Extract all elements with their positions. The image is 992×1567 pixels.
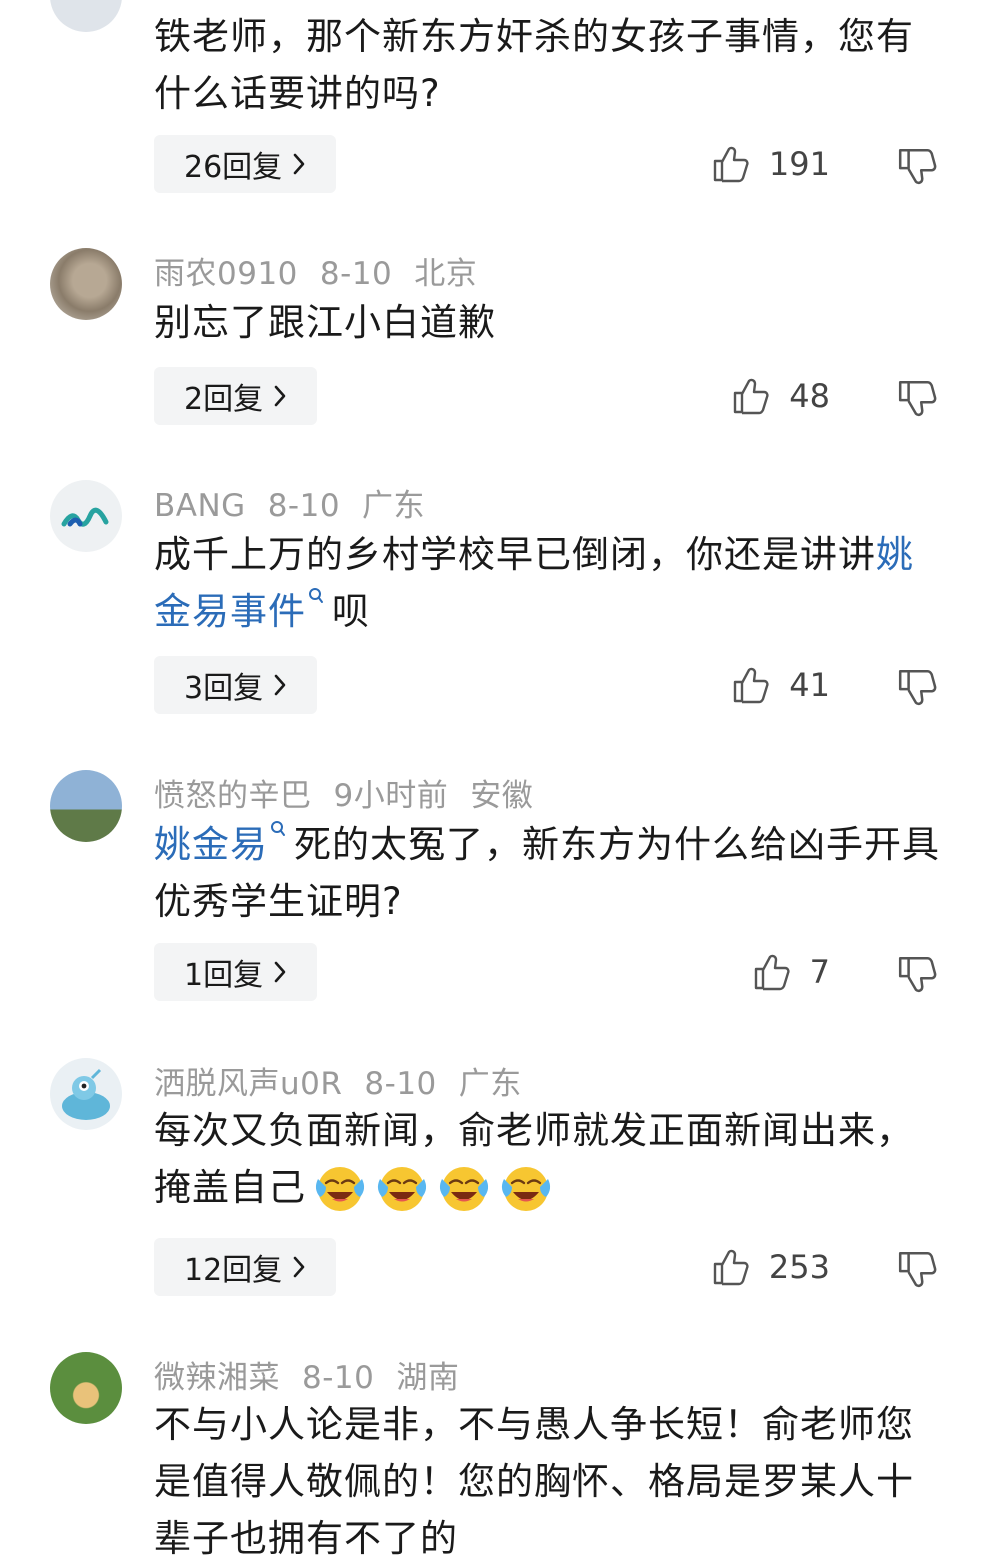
- comment-meta: 愤怒的辛巴 9小时前 安徽: [154, 770, 555, 815]
- thumbs-up-icon: [752, 952, 792, 992]
- comment-text-before: 成千上万的乡村学校早已倒闭，你还是讲讲: [154, 533, 876, 576]
- wave-logo-icon: [61, 507, 109, 527]
- thumbs-down-icon[interactable]: [896, 1248, 938, 1290]
- like-button[interactable]: 253: [711, 1238, 830, 1296]
- comment-date: 8-10: [267, 488, 341, 524]
- username[interactable]: 愤怒的辛巴: [154, 778, 312, 814]
- like-count: 48: [789, 377, 830, 415]
- replies-label: 3回复: [184, 671, 264, 706]
- comment-date: 8-10: [364, 1066, 437, 1102]
- like-button[interactable]: 48: [731, 367, 830, 425]
- comment-location: 安徽: [470, 778, 534, 814]
- replies-label: 26回复: [184, 150, 283, 185]
- comment-location: 广东: [458, 1066, 522, 1102]
- thumbs-down-icon[interactable]: [896, 666, 938, 708]
- comment-text: 成千上万的乡村学校早已倒闭，你还是讲讲姚金易事件呗: [154, 526, 944, 640]
- username[interactable]: BANG: [154, 488, 246, 524]
- replies-label: 2回复: [184, 382, 264, 417]
- comment-meta: 微辣湘菜 8-10 湖南: [154, 1352, 481, 1397]
- avatar[interactable]: [50, 480, 122, 552]
- comment-text: 铁老师，那个新东方奸杀的女孩子事情，您有什么话要讲的吗?: [154, 15, 914, 115]
- crying-laughing-emoji-icon: [312, 1159, 368, 1215]
- comment-meta: 雨农0910 8-10 北京: [154, 248, 499, 293]
- chevron-right-icon: [273, 384, 287, 408]
- crying-laughing-emoji-icon: [436, 1159, 492, 1215]
- comment-date: 9小时前: [333, 778, 449, 814]
- thumbs-down-icon[interactable]: [896, 145, 938, 187]
- replies-button[interactable]: 2回复: [154, 367, 318, 425]
- avatar[interactable]: [50, 248, 122, 320]
- replies-button[interactable]: 1回复: [154, 943, 318, 1001]
- search-icon: [308, 587, 324, 609]
- like-button[interactable]: 7: [752, 943, 830, 1001]
- avatar[interactable]: [50, 1352, 122, 1424]
- avatar[interactable]: [50, 0, 122, 32]
- replies-label: 1回复: [184, 958, 264, 993]
- like-count: 253: [768, 1248, 830, 1286]
- comment-location: 湖南: [396, 1360, 460, 1396]
- chevron-right-icon: [292, 152, 306, 176]
- chevron-right-icon: [292, 1255, 306, 1279]
- comment-location: 广东: [362, 488, 426, 524]
- like-count: 191: [768, 145, 830, 183]
- topic-link[interactable]: 姚金易: [154, 823, 268, 866]
- comment-text: 姚金易 死的太冤了，新东方为什么给凶手开具优秀学生证明?: [154, 816, 944, 930]
- replies-button[interactable]: 12回复: [154, 1238, 337, 1296]
- thumbs-up-icon: [711, 144, 751, 184]
- comment-location: 北京: [414, 256, 478, 292]
- crying-laughing-emoji-icon: [374, 1159, 430, 1215]
- comment-meta: 洒脱风声u0R 8-10 广东: [154, 1058, 544, 1103]
- thumbs-down-icon[interactable]: [896, 377, 938, 419]
- comment-text-after: 呗: [332, 590, 370, 633]
- comment-date: 8-10: [302, 1360, 375, 1396]
- like-button[interactable]: 191: [711, 135, 830, 193]
- replies-label: 12回复: [184, 1253, 283, 1288]
- username[interactable]: 雨农0910: [154, 256, 298, 292]
- like-count: 41: [789, 666, 830, 704]
- cartoon-alien-icon: [62, 1068, 110, 1120]
- search-icon: [270, 820, 286, 842]
- comment-text: 不与小人论是非，不与愚人争长短！俞老师您是值得人敬佩的！您的胸怀、格局是罗某人十…: [154, 1403, 914, 1560]
- replies-button[interactable]: 26回复: [154, 135, 337, 193]
- thumbs-up-icon: [731, 665, 771, 705]
- like-count: 7: [809, 953, 830, 991]
- comment-text: 别忘了跟江小白道歉: [154, 301, 496, 344]
- like-button[interactable]: 41: [731, 656, 830, 714]
- username[interactable]: 微辣湘菜: [154, 1360, 280, 1396]
- comment-text: 每次又负面新闻，俞老师就发正面新闻出来，掩盖自己: [154, 1102, 944, 1216]
- chevron-right-icon: [273, 960, 287, 984]
- thumbs-up-icon: [711, 1247, 751, 1287]
- avatar[interactable]: [50, 1058, 122, 1130]
- comment-date: 8-10: [319, 256, 393, 292]
- thumbs-up-icon: [731, 376, 771, 416]
- avatar[interactable]: [50, 770, 122, 842]
- username[interactable]: 洒脱风声u0R: [154, 1066, 342, 1102]
- crying-laughing-emoji-icon: [498, 1159, 554, 1215]
- replies-button[interactable]: 3回复: [154, 656, 318, 714]
- chevron-right-icon: [273, 673, 287, 697]
- thumbs-down-icon[interactable]: [896, 953, 938, 995]
- comment-meta: BANG 8-10 广东: [154, 480, 447, 525]
